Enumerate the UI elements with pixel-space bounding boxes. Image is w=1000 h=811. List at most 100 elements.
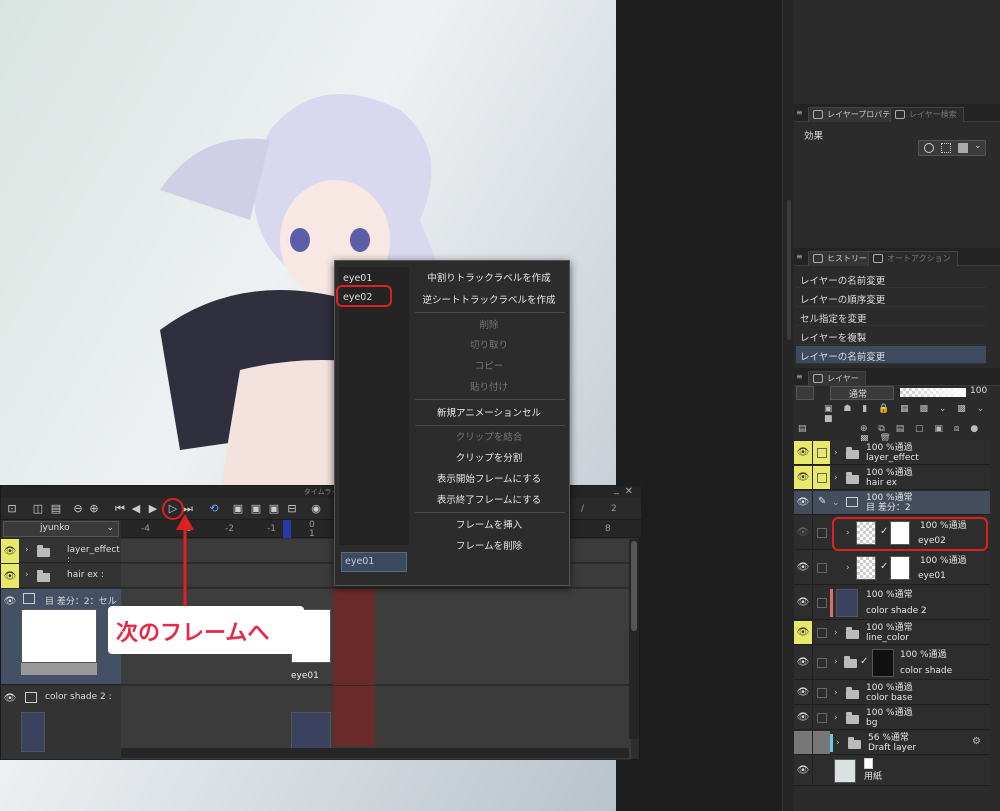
lock-toggle[interactable] (812, 586, 830, 619)
timeline-scroll-thumb[interactable] (631, 541, 637, 631)
eye-icon[interactable]: · (794, 731, 812, 754)
history-item[interactable]: レイヤーの順序変更 (796, 289, 986, 307)
keyframe-icon[interactable]: ⊟ (285, 502, 299, 516)
lock-toggle[interactable] (812, 441, 830, 464)
tab-history[interactable]: ヒストリー (808, 251, 874, 266)
cell-spec-icon[interactable]: ▣ (267, 502, 281, 516)
layer-row[interactable]: 👁 用紙 (794, 756, 990, 786)
divider-scroll-handle[interactable] (787, 200, 791, 340)
layer-row-selected[interactable]: 👁 ✎ ⌄ 100 %通常 目 差分：2 (794, 491, 990, 515)
chevron-right-icon[interactable]: › (846, 563, 850, 573)
pen-icon[interactable]: ✎ (812, 491, 830, 514)
lock-toggle[interactable] (812, 706, 830, 729)
loop-icon[interactable]: ⟲ (207, 502, 221, 516)
menu-insert-frame[interactable]: フレームを挿入 (411, 517, 567, 531)
layer-row[interactable]: 👁 › 100 %通過 layer_effect (794, 441, 990, 465)
eye-icon[interactable]: 👁 (794, 706, 812, 729)
layer-row[interactable]: 👁 100 %通常 color shade 2 (794, 586, 990, 620)
tab-layer-search[interactable]: レイヤー検索 (890, 107, 964, 122)
layer-row[interactable]: 👁 › 100 %通常 line_color (794, 621, 990, 645)
layer-row[interactable]: 👁 › 100 %通過 bg (794, 706, 990, 730)
eye-icon[interactable]: 👁 (1, 686, 19, 710)
layer-palette-icon[interactable]: ▤ (798, 424, 807, 434)
timeline-hscrollbar[interactable] (121, 748, 629, 758)
opacity-slider[interactable] (900, 388, 966, 397)
lock-toggle[interactable] (812, 621, 830, 644)
menu-create-inbetween-label[interactable]: 中割りトラックラベルを作成 (411, 270, 567, 284)
lock-toggle[interactable] (812, 731, 830, 754)
lock-toggle[interactable] (812, 516, 830, 549)
eye-icon[interactable]: 👁 (794, 621, 812, 644)
layer-row[interactable]: 👁 › 100 %通過 color base (794, 681, 990, 705)
new-cell-2-icon[interactable]: ▣ (249, 502, 263, 516)
layer-row[interactable]: · › 56 %通常 Draft layer ⚙ (794, 731, 990, 755)
history-item[interactable]: レイヤーの名前変更 (796, 270, 986, 288)
lock-toggle[interactable] (812, 466, 830, 489)
chevron-right-icon[interactable]: › (834, 688, 838, 698)
menu-split-clip[interactable]: クリップを分割 (411, 450, 567, 464)
eye-icon[interactable]: 👁 (794, 681, 812, 704)
menu-set-end-frame[interactable]: 表示終了フレームにする (411, 492, 567, 506)
menu-delete-frame[interactable]: フレームを削除 (411, 538, 567, 552)
eye-icon[interactable]: 👁 (1, 564, 19, 588)
layer-row[interactable]: 👁 › ✓ 100 %通過 color shade (794, 646, 990, 680)
show-layers-icon[interactable]: ◫ (31, 502, 45, 516)
close-icon[interactable]: ✕ (625, 486, 633, 497)
chevron-down-icon[interactable]: ⌄ (832, 498, 840, 508)
eye-icon[interactable]: 👁 (794, 516, 812, 549)
eye-icon[interactable]: 👁 (1, 539, 19, 563)
eye-icon[interactable]: 👁 (794, 441, 812, 464)
menu-new-animation-cell[interactable]: 新規アニメーションセル (411, 405, 567, 419)
eye-icon[interactable]: 👁 (794, 586, 812, 619)
timeline-track[interactable]: 👁 › hair ex : (1, 564, 121, 588)
history-item[interactable]: レイヤーを複製 (796, 327, 986, 345)
current-frame-marker[interactable] (283, 520, 291, 538)
tab-auto-action[interactable]: オートアクション (868, 251, 958, 266)
panel-divider[interactable] (782, 0, 794, 811)
previous-frame-icon[interactable]: ◀ (129, 502, 143, 516)
tone-effect-icon[interactable] (941, 143, 951, 153)
onion-skin-icon[interactable]: ◉ (309, 502, 323, 516)
lock-toggle[interactable] (812, 756, 830, 785)
chevron-right-icon[interactable]: › (834, 448, 838, 458)
opacity-value[interactable]: 100 (970, 386, 992, 400)
tab-layer[interactable]: レイヤー (808, 371, 866, 386)
new-cell-icon[interactable]: ▣ (231, 502, 245, 516)
chevron-right-icon[interactable]: › (834, 628, 838, 638)
chevron-right-icon[interactable]: › (834, 473, 838, 483)
timeline-track-selected[interactable]: 👁 目 差分：2：セル (1, 589, 121, 685)
chevron-right-icon[interactable]: › (25, 570, 29, 580)
menu-icon[interactable]: ≡ (796, 108, 804, 117)
chevron-down-icon[interactable]: ⌄ (974, 141, 982, 151)
eye-icon[interactable]: 👁 (794, 756, 812, 785)
eye-icon[interactable]: 👁 (794, 491, 812, 514)
lock-toggle[interactable] (812, 646, 830, 679)
chevron-right-icon[interactable]: › (836, 738, 840, 748)
timeline-scrollbar[interactable] (629, 539, 639, 739)
blend-mode-select[interactable]: 通常 (830, 386, 894, 400)
lock-toggle[interactable] (812, 551, 830, 584)
track-label-item[interactable]: eye01 (343, 273, 372, 284)
eye-icon[interactable]: 👁 (794, 466, 812, 489)
chevron-right-icon[interactable]: › (834, 657, 838, 667)
timeline-track[interactable]: 👁 › layer_effect : (1, 539, 121, 565)
color-effect-icon[interactable] (958, 143, 968, 153)
menu-set-start-frame[interactable]: 表示開始フレームにする (411, 471, 567, 485)
menu-icon[interactable]: ≡ (796, 252, 804, 261)
chevron-right-icon[interactable]: › (834, 713, 838, 723)
play-icon[interactable]: ▶ (146, 502, 160, 516)
timeline-track[interactable]: 👁 color shade 2 : (1, 686, 121, 760)
history-item-selected[interactable]: レイヤーの名前変更 (796, 346, 986, 364)
animation-select[interactable]: jyunko ⌄ (3, 521, 119, 537)
eye-icon[interactable]: 👁 (794, 646, 812, 679)
menu-create-reverse-label[interactable]: 逆シートトラックラベルを作成 (411, 292, 567, 306)
zoom-out-icon[interactable]: ⊖ (71, 502, 85, 516)
layer-row[interactable]: 👁 › 100 %通過 hair ex (794, 466, 990, 490)
minimize-icon[interactable]: _ (614, 484, 619, 495)
first-frame-icon[interactable]: ⏮ (113, 502, 127, 516)
layer-row[interactable]: 👁 › ✓ 100 %通過 eye01 (794, 551, 990, 585)
timeline-menu-icon[interactable]: ⊡ (5, 502, 19, 516)
list-icon[interactable]: ▤ (49, 502, 63, 516)
zoom-in-icon[interactable]: ⊕ (87, 502, 101, 516)
effect-buttons[interactable]: ⌄ (918, 140, 986, 156)
